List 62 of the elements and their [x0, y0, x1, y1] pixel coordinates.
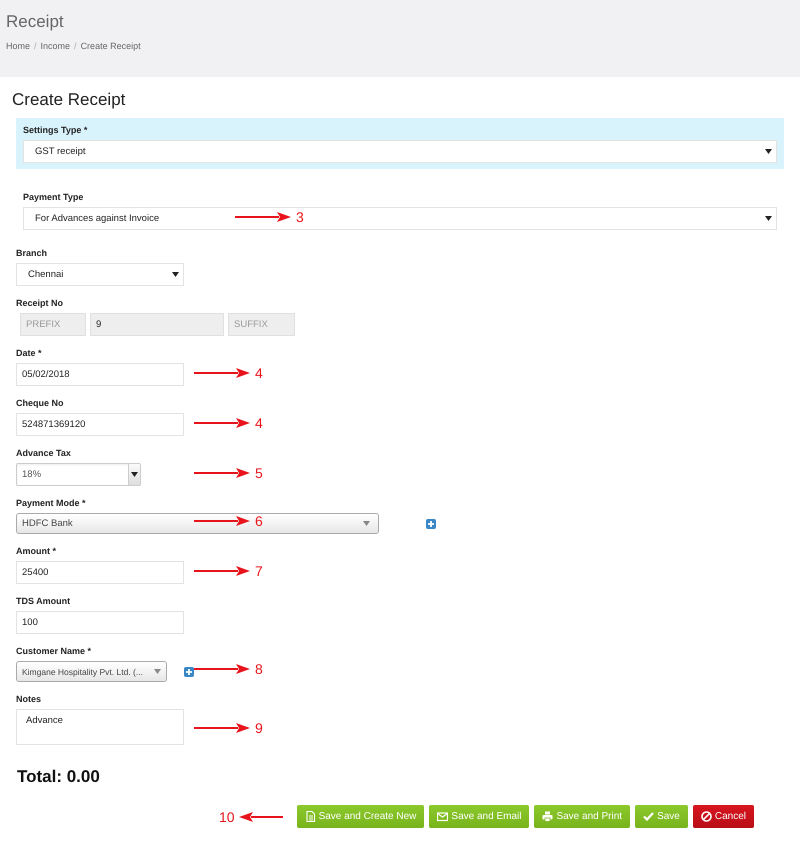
- annotation-arrow: [235, 212, 291, 222]
- select-field[interactable]: 18%: [16, 463, 141, 486]
- annotation-arrow: [194, 566, 250, 576]
- annotation-number: 8: [255, 661, 263, 677]
- notes-field[interactable]: Advance: [16, 709, 184, 745]
- field-label: Payment Mode *: [16, 498, 86, 508]
- annotation-number: 6: [255, 513, 263, 529]
- select-field[interactable]: Chennai: [16, 263, 184, 286]
- field-label: Branch: [16, 248, 48, 258]
- field-label: Cheque No: [16, 398, 64, 408]
- annotation-number: 7: [255, 563, 263, 579]
- annotation-arrow: [194, 368, 250, 378]
- field-label: Settings Type *: [23, 125, 88, 135]
- page-title: Receipt: [6, 12, 65, 32]
- ban-icon: [700, 811, 712, 822]
- field-label: Amount *: [16, 546, 56, 556]
- cancel-button[interactable]: Cancel: [692, 805, 754, 828]
- printer-icon: [542, 811, 554, 822]
- field-label: Receipt No: [16, 298, 64, 308]
- field-label: Date *: [16, 348, 42, 358]
- breadcrumb-link[interactable]: Home: [6, 41, 30, 51]
- input-field[interactable]: 25400: [16, 561, 184, 584]
- breadcrumb-separator: /: [74, 41, 77, 51]
- annotation-number: 4: [255, 365, 263, 381]
- input-field[interactable]: 05/02/2018: [16, 363, 184, 386]
- annotation-arrow: [194, 418, 250, 428]
- envelope-icon: [437, 811, 448, 822]
- form-title: Create Receipt: [12, 90, 126, 110]
- check-icon: [643, 811, 654, 822]
- annotation-number: 9: [255, 720, 263, 736]
- select-field[interactable]: GST receipt: [23, 140, 777, 163]
- annotation-arrow: [194, 516, 250, 526]
- annotation-arrow: [238, 812, 283, 822]
- add-icon[interactable]: [426, 518, 436, 528]
- annotation-number: 4: [255, 415, 263, 431]
- annotation-arrow: [194, 723, 250, 733]
- total-label: Total: 0.00: [17, 767, 101, 787]
- breadcrumb-separator: /: [34, 41, 37, 51]
- annotation-arrow: [194, 468, 250, 478]
- annotation-number: 3: [296, 209, 304, 225]
- add-icon[interactable]: [184, 666, 194, 676]
- input-field[interactable]: 9: [90, 313, 224, 336]
- annotation-number: 5: [255, 465, 263, 481]
- breadcrumb-link[interactable]: Create Receipt: [80, 41, 141, 51]
- caret-icon: [131, 472, 138, 477]
- select-field[interactable]: Kimgane Hospitality Pvt. Ltd. (...: [16, 661, 167, 682]
- caret-icon: [172, 272, 179, 277]
- annotation-number: 10: [218, 808, 235, 824]
- caret-icon: [765, 149, 772, 154]
- field-label: TDS Amount: [16, 596, 70, 606]
- caret-icon: [363, 521, 370, 526]
- breadcrumb-link[interactable]: Income: [40, 41, 70, 51]
- field-label: Payment Type: [23, 192, 84, 202]
- field-label: Notes: [16, 694, 42, 704]
- caret-icon: [154, 669, 161, 674]
- field-label: Customer Name *: [16, 646, 92, 656]
- input-field[interactable]: 100: [16, 611, 184, 634]
- input-field[interactable]: 524871369120: [16, 413, 184, 436]
- annotation-arrow: [194, 664, 250, 674]
- field-label: Advance Tax: [16, 448, 71, 458]
- caret-icon: [765, 216, 772, 221]
- document-icon: [304, 811, 316, 822]
